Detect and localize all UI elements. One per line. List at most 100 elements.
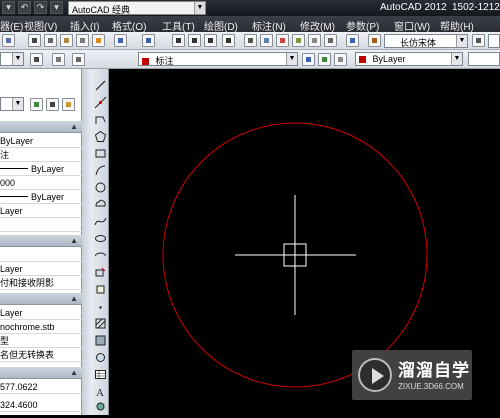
calculator-icon[interactable] [324,34,337,47]
menu-item-help[interactable]: 帮助(H) [440,18,474,33]
copy-icon[interactable] [44,34,57,47]
menu-item-insert[interactable]: 插入(I) [70,18,99,33]
svg-text:A: A [96,387,104,398]
selection-select[interactable]: ▼ [0,97,24,111]
menu-item-window[interactable]: 窗口(W) [394,18,430,33]
menu-item-draw[interactable]: 绘图(D) [204,18,238,33]
prop-row[interactable]: ByLayer [0,191,82,204]
prop-row[interactable]: 注 [0,149,82,162]
undo-icon[interactable] [114,34,127,47]
cut-icon[interactable] [28,34,41,47]
dim-style-select[interactable]: 标注 ▼ [138,52,298,66]
color-select[interactable]: ByLayer ▼ [355,52,463,66]
prop-row[interactable]: 577.0622 [0,381,82,394]
dim-style-manager-icon[interactable] [72,53,85,66]
circle-icon[interactable] [94,181,107,194]
ellipse-icon[interactable] [94,232,107,245]
chevron-down-icon: ▼ [12,53,23,65]
revcloud-icon[interactable] [94,198,107,211]
menu-item-modify[interactable]: 修改(M) [300,18,335,33]
ellipse-arc-icon[interactable] [94,249,107,262]
rectangle-icon[interactable] [94,147,107,160]
redo-icon[interactable]: ↷ [34,1,47,14]
prop-row[interactable] [0,249,82,262]
draw-toolbar: A [92,69,109,415]
prop-row[interactable]: Layer [0,205,82,218]
add-selected-icon[interactable] [94,400,107,413]
xline-icon[interactable] [94,96,107,109]
layer-select[interactable]: ▼ [0,52,24,66]
copy-with-base-icon[interactable] [76,34,89,47]
layer-states-icon[interactable] [30,53,43,66]
prop-row[interactable]: 324.4600 [0,399,82,412]
sheet-set-icon[interactable] [292,34,305,47]
properties-icon[interactable] [244,34,257,47]
layer-isolate-icon[interactable] [334,53,347,66]
prop-row[interactable]: Layer [0,307,82,320]
make-object-layer-current-icon[interactable] [302,53,315,66]
toggle-pickadd-icon[interactable] [30,98,43,111]
palette-title-strip[interactable] [82,69,92,415]
gradient-icon[interactable] [94,334,107,347]
select-objects-icon[interactable] [46,98,59,111]
linetype-select[interactable] [468,52,500,66]
menu-item-view[interactable]: 视图(V) [24,18,57,33]
redo-icon[interactable] [142,34,155,47]
section-header-view[interactable]: ▲ [0,367,82,379]
quick-select-icon[interactable] [62,98,75,111]
save-icon[interactable] [2,34,15,47]
polyline-icon[interactable] [94,113,107,126]
text-style-icon[interactable] [368,34,381,47]
prop-row[interactable]: 付和接收阴影 [0,277,82,290]
layer-previous-icon[interactable] [52,53,65,66]
table-icon[interactable] [94,368,107,381]
prop-row[interactable]: Layer [0,263,82,276]
menu-item-edit[interactable]: 器(E) [0,18,23,33]
make-block-icon[interactable] [94,283,107,296]
insert-block-icon[interactable] [94,266,107,279]
collapse-icon: ▲ [70,236,78,245]
zoom-previous-icon[interactable] [222,34,235,47]
zoom-realtime-icon[interactable] [188,34,201,47]
tool-palettes-icon[interactable] [276,34,289,47]
region-icon[interactable] [94,351,107,364]
line-icon[interactable] [94,79,107,92]
arc-icon[interactable] [94,164,107,177]
section-header-general[interactable]: ▲ [0,121,82,133]
text-style-select[interactable]: 长仿宋体 ▼ [384,34,468,48]
app-menu-icon[interactable]: ▾ [2,1,15,14]
match-properties-icon[interactable] [92,34,105,47]
prop-row[interactable]: nochrome.stb [0,321,82,334]
polygon-icon[interactable] [94,130,107,143]
hatch-icon[interactable] [94,317,107,330]
menu-item-parametric[interactable]: 参数(P) [346,18,379,33]
zoom-window-icon[interactable] [204,34,217,47]
dim-style-icon[interactable] [472,34,485,47]
section-header-3d[interactable]: ▲ [0,235,82,247]
pan-icon[interactable] [172,34,185,47]
prop-row[interactable]: ByLayer [0,163,82,176]
dim-style-select[interactable] [488,34,500,48]
prop-row[interactable]: 名但无转换表 [0,349,82,362]
workspace-select[interactable]: AutoCAD 经典 ▼ [68,1,206,15]
menu-item-dimension[interactable]: 标注(N) [252,18,286,33]
prop-row[interactable]: 型 [0,335,82,348]
quick-access-dropdown-icon[interactable]: ▾ [50,1,63,14]
mtext-icon[interactable]: A [94,385,107,398]
menu-item-format[interactable]: 格式(O) [112,18,146,33]
section-header-plot[interactable]: ▲ [0,293,82,305]
prop-row[interactable] [0,219,82,232]
paste-icon[interactable] [60,34,73,47]
layer-walk-icon[interactable] [318,53,331,66]
help-icon[interactable] [346,34,359,47]
menu-item-tools[interactable]: 工具(T) [162,18,195,33]
chevron-down-icon: ▼ [194,2,205,14]
window-title: AutoCAD 2012 [380,2,447,13]
undo-icon[interactable]: ↶ [18,1,31,14]
point-icon[interactable] [94,301,107,314]
design-center-icon[interactable] [260,34,273,47]
markup-icon[interactable] [308,34,321,47]
prop-row[interactable]: 000 [0,177,82,190]
prop-row[interactable]: ByLayer [0,135,82,148]
spline-icon[interactable] [94,215,107,228]
